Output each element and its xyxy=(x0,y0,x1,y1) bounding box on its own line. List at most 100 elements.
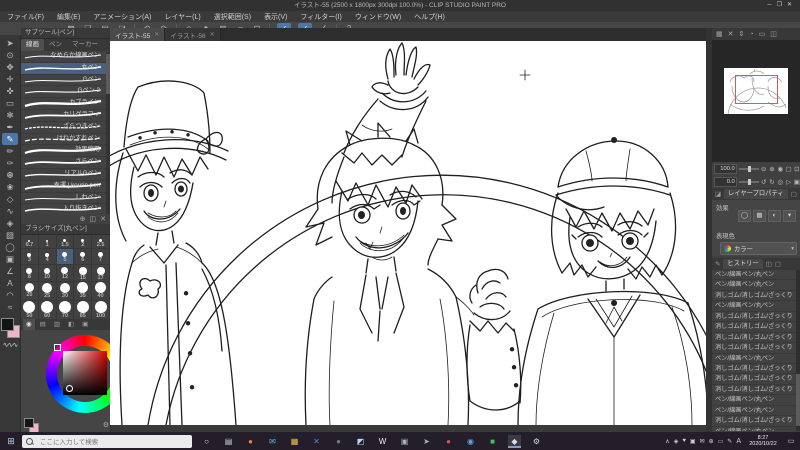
panel-close-icon[interactable]: ✕ xyxy=(728,30,734,38)
layer-move-tool-icon[interactable]: ✜ xyxy=(2,85,18,97)
search-input[interactable] xyxy=(38,434,190,450)
globe-app-icon[interactable]: ● xyxy=(332,435,345,448)
brush-item[interactable]: ざらつきペン xyxy=(21,122,110,134)
layer-color-effect-icon[interactable]: ◐ xyxy=(768,210,781,222)
operate-tool-icon[interactable]: ➤ xyxy=(2,37,18,49)
history-item[interactable]: ペン/線画ペン/丸ペン xyxy=(712,395,800,406)
menu-file[interactable]: ファイル(F) xyxy=(7,12,44,22)
wikipedia-icon[interactable]: W xyxy=(376,435,389,448)
zoom-100-icon[interactable]: ◉ xyxy=(777,165,783,173)
airbrush-tool-icon[interactable]: ❆ xyxy=(2,169,18,181)
duplicate-subtool-icon[interactable]: ◫ xyxy=(90,215,97,223)
size-cell[interactable]: 40 xyxy=(92,282,110,301)
size-cell[interactable]: 10 xyxy=(38,264,57,283)
rotate-left-icon[interactable]: ↺ xyxy=(761,178,767,186)
color-settings-gear-icon[interactable]: ⚙ xyxy=(103,421,109,429)
brush-item[interactable]: はねかすれペン xyxy=(21,134,110,146)
rotate-slider[interactable] xyxy=(738,178,759,185)
color-wheel-tab-icon[interactable]: ◉ xyxy=(23,319,35,330)
size-cell[interactable]: 2 xyxy=(74,235,93,250)
clip-studio-paint-taskbar-icon[interactable]: ◆ xyxy=(508,434,521,448)
cortana-icon[interactable]: ○ xyxy=(200,435,213,448)
balloon-tool-icon[interactable]: ◠ xyxy=(2,289,18,301)
size-cell[interactable]: 17 xyxy=(92,264,110,283)
panel-dock-icon[interactable]: ⇕ xyxy=(739,30,745,38)
tray-icon[interactable]: ✉ xyxy=(700,438,705,445)
size-cell[interactable]: 7 xyxy=(92,249,110,265)
rotate-right-icon[interactable]: ↻ xyxy=(769,178,775,186)
maximize-button[interactable]: ❐ xyxy=(777,2,787,8)
mini-foreground-swatch[interactable] xyxy=(24,418,34,428)
move-tool-icon[interactable]: ✛ xyxy=(2,73,18,85)
size-cell[interactable]: 1 xyxy=(38,235,57,250)
tray-pen-icon[interactable]: ✎ xyxy=(727,438,732,445)
brush-item[interactable]: しわペン xyxy=(21,193,110,205)
expression-color-dropdown[interactable]: カラー ▾ xyxy=(720,242,797,255)
brush-item-selected[interactable]: 丸ペン xyxy=(21,62,110,75)
tray-icon[interactable]: ♥ xyxy=(682,438,686,444)
panel-side-icon[interactable]: ◫ xyxy=(766,261,772,268)
line-correction-tool-icon[interactable]: ≈ xyxy=(2,301,18,313)
fill-tool-icon[interactable]: ◈ xyxy=(2,217,18,229)
layer-tab-icon[interactable]: ✎ xyxy=(715,261,720,268)
panel-side-icon[interactable]: ▢ xyxy=(775,261,781,268)
auto-select-tool-icon[interactable]: ✻ xyxy=(2,109,18,121)
layer-property-side-icon[interactable]: ◪ xyxy=(715,191,721,198)
menu-filter[interactable]: フィルター(I) xyxy=(300,12,341,22)
brush-item[interactable]: カブライン xyxy=(21,98,110,110)
canvas-tab-active[interactable]: イラスト-55 ✕ xyxy=(110,28,166,41)
brush-item[interactable]: 入り抜きペン xyxy=(21,204,110,214)
zoom-slider[interactable] xyxy=(738,165,759,172)
color-set-tab-icon[interactable]: ▤ xyxy=(37,319,49,330)
size-cell[interactable]: 15 xyxy=(74,264,93,283)
menu-selection[interactable]: 選択範囲(S) xyxy=(214,12,251,22)
size-cell[interactable]: 0.7 xyxy=(21,235,39,250)
delete-subtool-icon[interactable]: ✕ xyxy=(100,215,106,223)
rotate-value[interactable]: 0.0 xyxy=(714,176,737,187)
hue-cursor[interactable] xyxy=(54,344,61,351)
color-slider-tab-icon[interactable]: ▥ xyxy=(51,319,63,330)
reset-rotation-icon[interactable]: ◎ xyxy=(777,178,783,186)
menu-animation[interactable]: アニメーション(A) xyxy=(93,12,151,22)
approx-color-tab-icon[interactable]: ◧ xyxy=(65,319,77,330)
close-button[interactable]: ✕ xyxy=(787,2,797,8)
size-cell[interactable]: 35 xyxy=(74,282,93,301)
photos-icon[interactable]: ◩ xyxy=(354,435,367,448)
size-cell[interactable]: 25 xyxy=(38,282,57,301)
tone-effect-icon[interactable]: ▩ xyxy=(753,210,766,222)
layer-property-tab[interactable]: レイヤープロパティ xyxy=(723,189,788,199)
canvas-tab-close-icon[interactable]: ✕ xyxy=(154,31,159,38)
tray-icon[interactable]: ▣ xyxy=(690,438,696,445)
red-app-icon[interactable]: ● xyxy=(442,435,455,448)
history-item[interactable]: ペン/線画ペン/丸ペン xyxy=(712,406,800,417)
size-cell[interactable]: 12 xyxy=(56,264,75,283)
ruler-tool-icon[interactable]: ∠ xyxy=(2,265,18,277)
eraser-tool-icon[interactable]: ◇ xyxy=(2,193,18,205)
history-item[interactable]: 消しゴム/消しゴム/ざっくり xyxy=(712,343,800,354)
navigator-view-frame[interactable] xyxy=(735,75,778,104)
minimize-button[interactable]: ─ xyxy=(767,2,776,8)
steam-icon[interactable]: ◉ xyxy=(464,435,477,448)
decoration-tool-icon[interactable]: ❀ xyxy=(2,181,18,193)
add-subtool-icon[interactable]: ⊕ xyxy=(80,215,86,223)
tray-icon[interactable]: ◈ xyxy=(674,438,679,445)
history-item[interactable]: ペン/線画ペン/丸ペン xyxy=(712,301,800,312)
tray-chevron-icon[interactable]: ∧ xyxy=(665,438,669,445)
history-item[interactable]: 消しゴム/消しゴム/ざっくり xyxy=(712,312,800,323)
subview-tab-icon[interactable]: ◔ xyxy=(749,31,753,38)
size-cell[interactable]: 8 xyxy=(21,264,39,283)
intermediate-color-tab-icon[interactable]: ▣ xyxy=(79,319,91,330)
eyedropper-tool-icon[interactable]: ✒ xyxy=(2,121,18,133)
zoom-out-icon[interactable]: ⊖ xyxy=(761,165,767,173)
brush-item[interactable]: 効果線用 xyxy=(21,145,110,158)
fit-window-icon[interactable]: ⊡ xyxy=(794,165,800,173)
brush-item[interactable]: さらペン xyxy=(21,157,110,169)
blend-tool-icon[interactable]: ∿ xyxy=(2,205,18,217)
size-cell[interactable]: 20 xyxy=(21,282,39,301)
firefox-icon[interactable]: ● xyxy=(244,435,257,448)
zoom-tool-icon[interactable]: ⊙ xyxy=(2,49,18,61)
film-app-icon[interactable]: ▣ xyxy=(398,435,411,448)
brush-item[interactable]: Gペン 2 xyxy=(21,86,110,99)
size-cell[interactable]: 6 xyxy=(74,249,93,265)
history-item[interactable]: 消しゴム/消しゴム/ざっくり xyxy=(712,322,800,333)
